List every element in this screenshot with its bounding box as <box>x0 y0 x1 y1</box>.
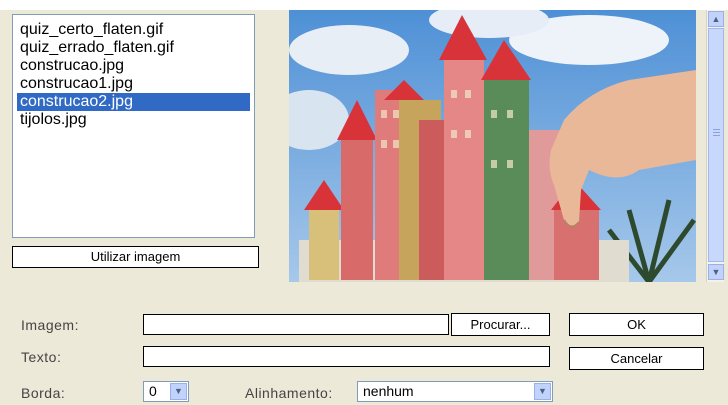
file-item[interactable]: quiz_certo_flaten.gif <box>17 21 250 39</box>
chevron-down-icon[interactable]: ▼ <box>534 383 551 400</box>
scroll-down-icon[interactable]: ▼ <box>708 264 724 280</box>
file-item[interactable]: tijolos.jpg <box>17 111 250 129</box>
scroll-up-icon[interactable]: ▲ <box>708 11 724 27</box>
align-value: nenhum <box>363 383 414 399</box>
file-item-selected[interactable]: construcao2.jpg <box>17 93 250 111</box>
align-label: Alinhamento: <box>245 385 333 401</box>
border-select[interactable]: 0 ▼ <box>143 381 189 402</box>
file-item[interactable]: quiz_errado_flaten.gif <box>17 39 250 57</box>
file-list[interactable]: quiz_certo_flaten.gif quiz_errado_flaten… <box>12 14 255 238</box>
image-label: Imagem: <box>21 317 79 333</box>
use-image-button[interactable]: Utilizar imagem <box>12 246 259 268</box>
ok-button[interactable]: OK <box>569 313 704 336</box>
file-item[interactable]: construcao.jpg <box>17 57 250 75</box>
browse-button[interactable]: Procurar... <box>451 313 550 336</box>
preview-scrollbar[interactable]: ▲ ▼ <box>706 10 724 282</box>
file-item[interactable]: construcao1.jpg <box>17 75 250 93</box>
chevron-down-icon[interactable]: ▼ <box>170 383 187 400</box>
text-label: Texto: <box>21 349 62 365</box>
top-strip <box>0 0 728 10</box>
image-path-input[interactable] <box>143 314 449 335</box>
castle-photo <box>289 10 696 282</box>
border-value: 0 <box>149 383 157 399</box>
image-preview <box>289 10 696 282</box>
cancel-button[interactable]: Cancelar <box>569 347 704 370</box>
text-input[interactable] <box>143 346 550 367</box>
scroll-thumb[interactable] <box>708 28 724 262</box>
border-label: Borda: <box>21 385 66 401</box>
align-select[interactable]: nenhum ▼ <box>357 381 553 402</box>
